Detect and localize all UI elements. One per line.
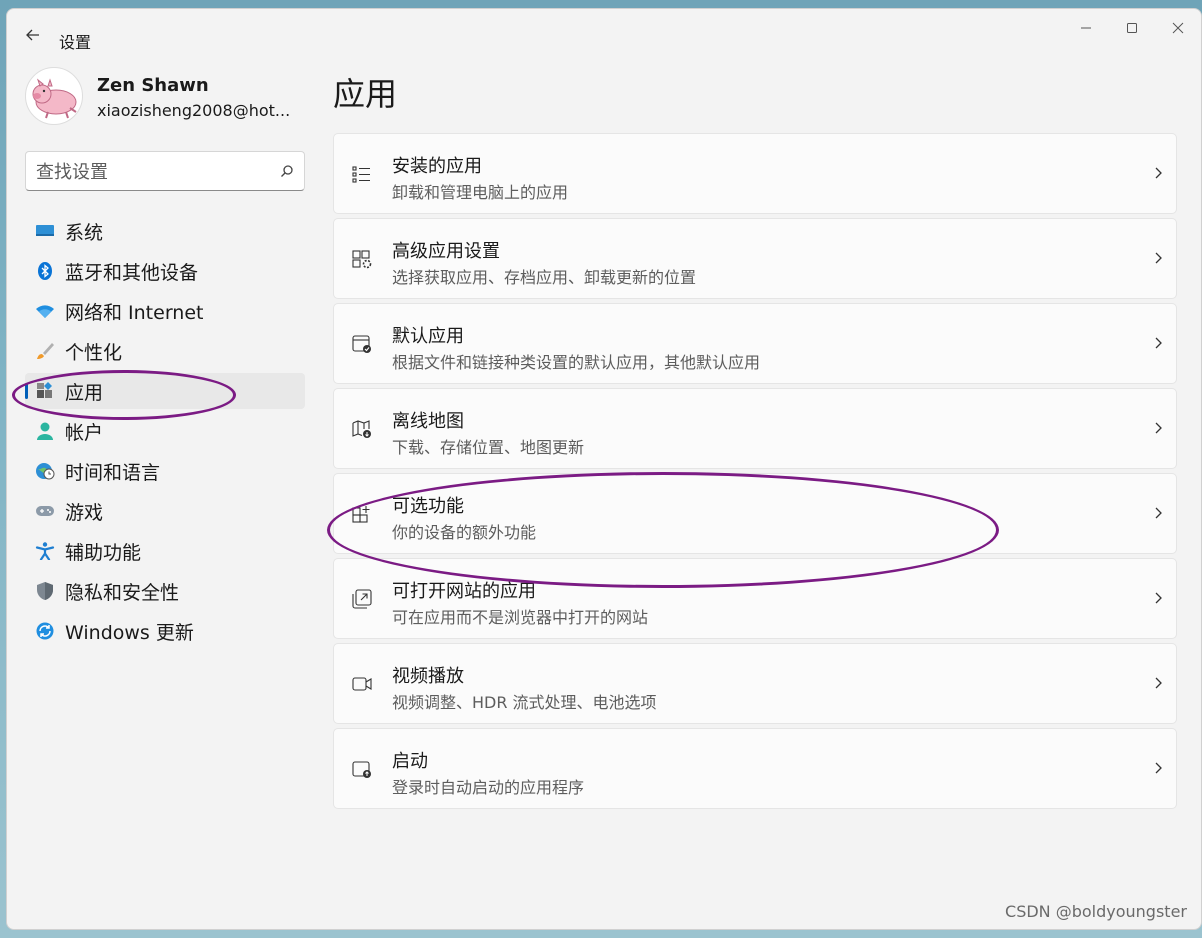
card-title: 视频播放 [392,666,464,687]
sidebar-item-label: Windows 更新 [65,621,194,644]
maximize-button[interactable] [1109,15,1155,45]
chevron-right-icon [1155,167,1162,179]
search-input[interactable] [36,160,266,184]
card-title: 安装的应用 [392,156,482,177]
card-subtitle: 登录时自动启动的应用程序 [392,778,585,797]
sidebar-item-accounts[interactable]: 帐户 [25,413,305,449]
close-icon [1172,22,1184,34]
card-title: 高级应用设置 [392,241,500,262]
chevron-right-icon [1155,422,1162,434]
card-default-apps[interactable]: 默认应用 根据文件和链接种类设置的默认应用，其他默认应用 [333,303,1177,384]
app-settings-icon [352,250,372,269]
accessibility-icon [35,542,55,560]
sidebar-item-windows-update[interactable]: Windows 更新 [25,613,305,649]
card-title: 可选功能 [392,496,464,517]
sidebar-item-label: 隐私和安全性 [65,581,180,604]
sidebar-item-privacy[interactable]: 隐私和安全性 [25,573,305,609]
settings-window: 设置 Zen Shawn xiaozisheng2008@hot... 查找设置… [6,8,1202,930]
system-icon [36,225,54,236]
back-arrow-icon [26,29,39,41]
list-icon [352,166,370,183]
video-icon [352,677,372,691]
title-bar: 设置 [7,9,1201,55]
card-subtitle: 可在应用而不是浏览器中打开的网站 [392,608,649,627]
sidebar-item-label: 时间和语言 [65,461,161,484]
card-startup[interactable]: 启动 登录时自动启动的应用程序 [333,728,1177,809]
sidebar-item-label: 游戏 [65,501,104,524]
wifi-icon [36,305,54,318]
open-web-icon [352,589,372,609]
sidebar-item-label: 辅助功能 [65,541,142,564]
shield-icon [37,582,53,600]
card-subtitle: 根据文件和链接种类设置的默认应用，其他默认应用 [392,353,761,372]
card-apps-for-websites[interactable]: 可打开网站的应用 可在应用而不是浏览器中打开的网站 [333,558,1177,639]
apps-icon [37,382,52,398]
watermark: CSDN @boldyoungster [1005,902,1187,921]
sidebar-item-label: 网络和 Internet [65,301,204,324]
sidebar-item-label: 系统 [65,221,104,244]
search-icon[interactable] [280,164,294,178]
settings-cards: 安装的应用 卸载和管理电脑上的应用 高级应用设置 选择获取应用、存档应用、卸载更… [333,133,1177,813]
app-title: 设置 [59,33,92,52]
default-apps-icon [352,335,371,353]
chevron-right-icon [1155,592,1162,604]
account-icon [37,422,53,440]
sidebar-item-label: 个性化 [65,341,123,364]
update-icon [36,622,54,640]
user-profile[interactable]: Zen Shawn xiaozisheng2008@hot... [25,67,305,129]
sidebar-item-network[interactable]: 网络和 Internet [25,293,305,329]
sidebar-item-personalization[interactable]: 个性化 [25,333,305,369]
card-subtitle: 下载、存储位置、地图更新 [392,438,585,457]
card-title: 默认应用 [392,326,464,347]
bluetooth-icon [38,262,52,280]
sidebar-nav: 系统 蓝牙和其他设备 网络和 Internet 个性化 应用 帐户 时间和语言 [25,213,305,653]
chevron-right-icon [1155,337,1162,349]
card-installed-apps[interactable]: 安装的应用 卸载和管理电脑上的应用 [333,133,1177,214]
card-subtitle: 你的设备的额外功能 [392,523,537,542]
globe-clock-icon [36,463,55,480]
maximize-icon [1127,23,1137,33]
brush-icon [37,343,54,359]
card-title: 启动 [392,751,428,772]
profile-email: xiaozisheng2008@hot... [97,101,291,120]
sidebar-item-time-language[interactable]: 时间和语言 [25,453,305,489]
gamepad-icon [36,506,54,516]
card-subtitle: 视频调整、HDR 流式处理、电池选项 [392,693,657,712]
page-title: 应用 [333,75,398,113]
sidebar-item-label: 帐户 [65,421,104,444]
sidebar-item-apps[interactable]: 应用 [25,373,305,409]
card-advanced-app-settings[interactable]: 高级应用设置 选择获取应用、存档应用、卸载更新的位置 [333,218,1177,299]
active-indicator [25,383,28,399]
close-button[interactable] [1155,15,1201,45]
optional-features-icon [352,506,370,523]
sidebar-item-system[interactable]: 系统 [25,213,305,249]
avatar[interactable] [25,67,83,125]
card-title: 可打开网站的应用 [392,581,536,602]
card-subtitle: 卸载和管理电脑上的应用 [392,183,569,202]
minimize-button[interactable] [1063,15,1109,45]
map-download-icon [352,420,371,438]
minimize-icon [1081,27,1091,29]
sidebar-item-label: 蓝牙和其他设备 [65,261,199,284]
card-subtitle: 选择获取应用、存档应用、卸载更新的位置 [392,268,697,287]
back-button[interactable] [21,23,45,47]
startup-icon [352,761,371,778]
profile-name: Zen Shawn [97,75,209,96]
card-offline-maps[interactable]: 离线地图 下载、存储位置、地图更新 [333,388,1177,469]
card-title: 离线地图 [392,411,464,432]
sidebar-item-bluetooth[interactable]: 蓝牙和其他设备 [25,253,305,289]
card-video-playback[interactable]: 视频播放 视频调整、HDR 流式处理、电池选项 [333,643,1177,724]
sidebar-item-label: 应用 [65,381,104,404]
chevron-right-icon [1155,762,1162,774]
chevron-right-icon [1155,507,1162,519]
sidebar-item-accessibility[interactable]: 辅助功能 [25,533,305,569]
card-optional-features[interactable]: 可选功能 你的设备的额外功能 [333,473,1177,554]
chevron-right-icon [1155,677,1162,689]
search-box[interactable] [25,151,305,191]
sidebar-item-gaming[interactable]: 游戏 [25,493,305,529]
chevron-right-icon [1155,252,1162,264]
pig-avatar-icon [32,78,77,119]
